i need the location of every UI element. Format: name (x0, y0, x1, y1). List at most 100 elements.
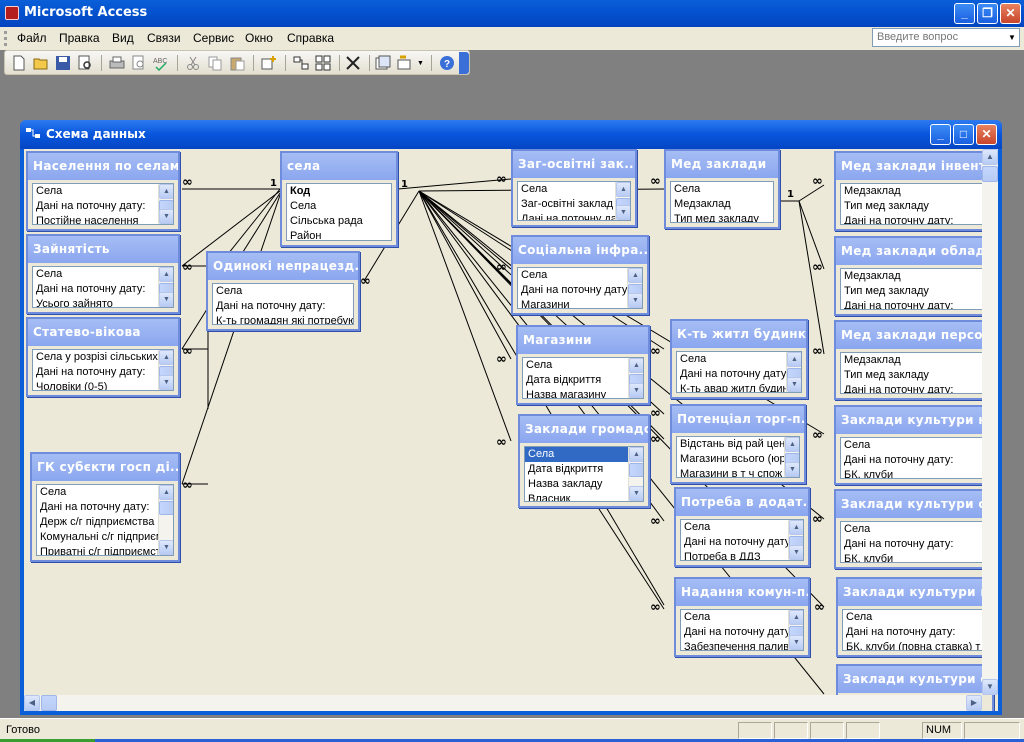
field-item[interactable]: Медзаклад (841, 269, 987, 284)
relationships-canvas[interactable]: 1 1 1 ∞ ∞ ∞ ∞ ∞ ∞ ∞ ∞ ∞ ∞ ∞ ∞ ∞ ∞ ∞ ∞ ∞ … (24, 149, 998, 711)
field-item[interactable]: Приватні с/г підприємст (37, 545, 173, 555)
field-scrollbar[interactable]: ▲ ▼ (158, 184, 173, 224)
field-item[interactable]: Тип мед закладу (671, 212, 773, 222)
menu-tools[interactable]: Сервис (193, 31, 234, 45)
table-naselennya[interactable]: Населення по селам Села Дані на поточну … (26, 151, 180, 231)
show-direct-icon[interactable] (293, 55, 309, 71)
field-item[interactable]: Дані на поточну дату: (841, 299, 987, 309)
field-item[interactable]: БК, клуби (повна ставка) т (843, 640, 987, 650)
field-scrollbar[interactable]: ▲ ▼ (158, 267, 173, 307)
table-stateva-vikova[interactable]: Статево-вікова Села у розрізі сільських … (26, 317, 180, 397)
table-odynoki[interactable]: Одинокі непрацезд... Села Дані на поточн… (206, 251, 360, 331)
field-item[interactable]: Села (287, 199, 391, 214)
field-item[interactable]: Магазини (518, 298, 642, 308)
window-close-button[interactable]: ✕ (976, 124, 997, 145)
vertical-scroll-thumb[interactable] (982, 166, 998, 182)
field-scrollbar[interactable]: ▲ ▼ (628, 447, 643, 501)
horizontal-scroll-thumb[interactable] (41, 695, 57, 711)
table-k-t-zhytl-budynkiv[interactable]: К-ть житл будинків Села Дані на поточну … (670, 319, 808, 399)
field-scrollbar[interactable]: ▲ ▼ (786, 352, 801, 392)
menu-help[interactable]: Справка (287, 31, 334, 45)
field-item[interactable]: Заг-освітні заклад (518, 197, 630, 212)
table-zag-osvitni[interactable]: Заг-освітні зак... Села Заг-освітні закл… (511, 149, 637, 227)
table-potreba-v-dodat[interactable]: Потреба в додат... Села Дані на поточну … (674, 487, 810, 567)
field-item[interactable]: Дата відкриття (523, 373, 643, 388)
field-item[interactable]: Назва магазину (523, 388, 643, 398)
field-scrollbar[interactable]: ▲ ▼ (158, 485, 173, 555)
scroll-left-icon[interactable]: ◀ (24, 695, 40, 711)
menu-window[interactable]: Окно (245, 31, 273, 45)
field-item[interactable]: Села (37, 485, 173, 500)
table-zaynyatist[interactable]: Зайнятість Села Дані на поточну дату: Ус… (26, 234, 180, 314)
field-item[interactable]: Дані на поточну дату: (33, 199, 173, 214)
chevron-down-icon[interactable]: ▼ (1005, 29, 1019, 46)
field-item[interactable]: Села (841, 438, 987, 453)
open-icon[interactable] (33, 55, 49, 71)
spelling-icon[interactable]: ABC (153, 55, 169, 71)
save-icon[interactable] (55, 55, 71, 71)
table-med-zaklady-inventar[interactable]: Мед заклади інвента... Медзаклад Тип мед… (834, 151, 994, 231)
copy-icon[interactable] (207, 55, 223, 71)
table-nadannya-komun[interactable]: Надання комун-п... Села Дані на поточну … (674, 577, 810, 657)
field-item[interactable]: БК, клуби (841, 552, 987, 562)
field-item[interactable]: Потреба в ДДЗ (681, 550, 803, 560)
scroll-up-icon[interactable]: ▲ (982, 149, 998, 165)
field-item[interactable]: Села (681, 610, 803, 625)
field-scrollbar[interactable]: ▲ ▼ (788, 610, 803, 650)
field-item[interactable]: Комунальні с/г підприєм (37, 530, 173, 545)
field-item[interactable]: Села (33, 267, 173, 282)
field-item[interactable]: Чоловіки (0-5) (33, 380, 173, 390)
table-zaklady-gromads[interactable]: Заклади громадс... Села Дата відкриття Н… (518, 414, 650, 508)
field-item[interactable]: Дані на поточну дату: (841, 383, 987, 393)
new-object-icon[interactable] (375, 55, 391, 71)
field-item[interactable]: Села у розрізі сільських р (33, 350, 173, 365)
table-sotsialna-infra[interactable]: Соціальна інфра... Села Дані на поточну … (511, 235, 649, 315)
field-item[interactable]: Відстань від рай цент (677, 437, 799, 452)
field-item[interactable]: Села (677, 352, 801, 367)
field-item[interactable]: Тип мед закладу (841, 199, 987, 214)
field-item[interactable]: Дані на поточну дату: (37, 500, 173, 515)
field-item[interactable]: К-ть авар житл будин (677, 382, 801, 392)
field-item[interactable]: Села (213, 284, 353, 299)
window-maximize-button[interactable]: □ (953, 124, 974, 145)
vertical-scrollbar[interactable]: ▲ ▼ (982, 149, 998, 695)
table-med-zaklady-obladn[interactable]: Мед заклади обладн... Медзаклад Тип мед … (834, 236, 994, 316)
field-item[interactable]: Дані на поточну дату (677, 367, 801, 382)
field-item[interactable]: Дані на поточну да (518, 212, 630, 220)
field-item[interactable]: Дані на поточну дату: (841, 214, 987, 224)
table-zaklady-kultury-k-t[interactable]: Заклади культури к-т... Села Дані на пот… (836, 577, 994, 657)
help-question-input[interactable]: Введите вопрос ▼ (872, 28, 1020, 47)
field-item[interactable]: Дані на поточну дату (681, 625, 803, 640)
menu-view[interactable]: Вид (112, 31, 134, 45)
field-item[interactable]: Дата відкриття (525, 462, 643, 477)
field-item[interactable]: Дані на поточну дату: (213, 299, 353, 314)
table-potentsial-torg[interactable]: Потенціал торг-п... Відстань від рай цен… (670, 404, 806, 484)
menu-relationships[interactable]: Связи (147, 31, 181, 45)
field-item[interactable]: Магазини всього (юр (677, 452, 799, 467)
help-icon[interactable]: ? (439, 55, 455, 71)
window-minimize-button[interactable]: _ (930, 124, 951, 145)
table-med-zaklady[interactable]: Мед заклади Села Медзаклад Тип мед закла… (664, 149, 780, 229)
field-item[interactable]: Тип мед закладу (841, 368, 987, 383)
field-item[interactable]: Забезпечення палив (681, 640, 803, 650)
field-scrollbar[interactable]: ▲ ▼ (627, 268, 642, 308)
field-item[interactable]: Села (681, 520, 803, 535)
field-item[interactable]: Села (843, 610, 987, 625)
field-item[interactable]: Постійне населення (33, 214, 173, 224)
show-table-icon[interactable] (261, 55, 277, 71)
office-links-icon[interactable] (397, 55, 413, 71)
relationships-titlebar[interactable]: Схема данных _ □ ✕ (20, 120, 1002, 149)
field-item[interactable]: Медзаклад (671, 197, 773, 212)
field-item[interactable]: Власник (525, 492, 643, 501)
horizontal-scrollbar[interactable]: ◀ ▶ (24, 695, 982, 711)
field-item[interactable]: Дані на поточну дату: (841, 453, 987, 468)
table-med-zaklady-personal[interactable]: Мед заклади персонал... Медзаклад Тип ме… (834, 320, 994, 400)
field-item[interactable]: Села (33, 184, 173, 199)
field-item[interactable]: К-ть громадян які потребуют (213, 314, 353, 324)
app-close-button[interactable]: ✕ (1000, 3, 1021, 24)
table-gk-subekty[interactable]: ГК субєкти госп ді... Села Дані на поточ… (30, 452, 180, 562)
scroll-right-icon[interactable]: ▶ (966, 695, 982, 711)
field-scrollbar[interactable]: ▲ ▼ (788, 520, 803, 560)
field-item[interactable]: Дані на поточну дату: (33, 365, 173, 380)
app-minimize-button[interactable]: _ (954, 3, 975, 24)
